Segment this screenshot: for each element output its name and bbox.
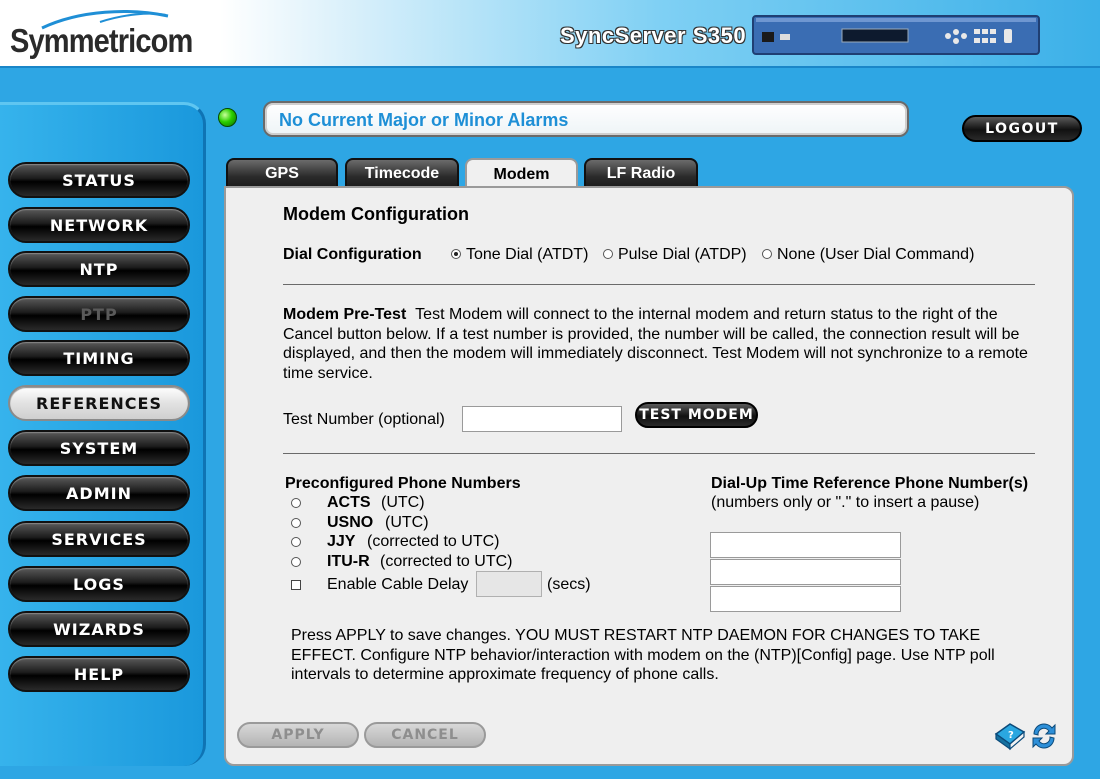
logout-button[interactable]: LOGOUT (962, 115, 1082, 142)
tab-gps[interactable]: GPS (226, 158, 338, 188)
preconfigured-name: USNO (327, 514, 374, 531)
alarm-status-bar: No Current Major or Minor Alarms (263, 101, 909, 137)
sidebar-item-services[interactable]: SERVICES (8, 521, 190, 557)
radio-button[interactable] (291, 517, 301, 528)
preconfigured-name: JJY (327, 533, 356, 550)
section-title: Modem Configuration (283, 204, 469, 224)
sidebar-item-help[interactable]: HELP (8, 656, 190, 692)
dialup-phone-input-1[interactable] (710, 532, 901, 558)
alarm-message: No Current Major or Minor Alarms (279, 110, 569, 130)
svg-text:?: ? (1008, 730, 1014, 741)
dial-option-tone[interactable]: Tone Dial (ATDT) (451, 246, 588, 264)
cable-delay-checkbox-wrap[interactable] (291, 577, 301, 595)
cable-delay-unit: (secs) (547, 576, 591, 593)
cable-delay-input[interactable] (476, 571, 542, 597)
preconfigured-radio-itu-r[interactable] (291, 554, 306, 572)
dial-option-pulse[interactable]: Pulse Dial (ATDP) (603, 246, 747, 264)
test-number-label: Test Number (optional) (283, 411, 445, 428)
preconfigured-radio-acts[interactable] (291, 495, 306, 513)
dial-config-label: Dial Configuration (283, 246, 422, 263)
dialup-phone-input-3[interactable] (710, 586, 901, 612)
dial-option-none[interactable]: None (User Dial Command) (762, 246, 974, 264)
device-image-icon (752, 15, 1040, 55)
sidebar-item-ntp[interactable]: NTP (8, 251, 190, 287)
tone-dial-radio[interactable] (451, 248, 461, 259)
sidebar-item-status[interactable]: STATUS (8, 162, 190, 198)
cable-delay-checkbox[interactable] (291, 580, 301, 590)
radio-button[interactable] (291, 536, 301, 547)
product-name: SyncServer S350 (560, 23, 747, 48)
preconfigured-heading: Preconfigured Phone Numbers (285, 475, 521, 492)
preconfigured-note: (corrected to UTC) (367, 533, 500, 550)
preconfigured-name: ITU-R (327, 553, 370, 570)
sidebar-item-wizards[interactable]: WIZARDS (8, 611, 190, 647)
dialup-phone-input-2[interactable] (710, 559, 901, 585)
sidebar-item-logs[interactable]: LOGS (8, 566, 190, 602)
pulse-dial-radio[interactable] (603, 248, 613, 259)
pretest-description: Modem Pre-Test Test Modem will connect t… (283, 305, 1045, 383)
preconfigured-note: (UTC) (385, 514, 429, 531)
test-number-input[interactable] (462, 406, 622, 432)
radio-button[interactable] (291, 497, 301, 508)
apply-button[interactable]: APPLY (237, 722, 359, 748)
cable-delay-label: Enable Cable Delay (327, 576, 469, 593)
divider (283, 453, 1035, 454)
help-book-icon[interactable]: ? (993, 720, 1027, 752)
cancel-button[interactable]: CANCEL (364, 722, 486, 748)
radio-button[interactable] (291, 556, 301, 567)
divider (283, 284, 1035, 285)
sidebar-item-timing[interactable]: TIMING (8, 340, 190, 376)
apply-notice: Press APPLY to save changes. YOU MUST RE… (291, 627, 995, 683)
preconfigured-note: (UTC) (381, 494, 425, 511)
sidebar-item-network[interactable]: NETWORK (8, 207, 190, 243)
sidebar-item-references[interactable]: REFERENCES (8, 385, 190, 421)
test-modem-button[interactable]: TEST MODEM (635, 402, 758, 428)
sidebar-item-admin[interactable]: ADMIN (8, 475, 190, 511)
green-status-led-icon (218, 108, 237, 127)
dialup-heading: Dial-Up Time Reference Phone Number(s) (711, 475, 1029, 492)
dialup-subtext: (numbers only or "." to insert a pause) (711, 494, 980, 511)
preconfigured-note: (corrected to UTC) (380, 553, 513, 570)
brand-logo: Symmetricom (10, 22, 193, 59)
sidebar-item-system[interactable]: SYSTEM (8, 430, 190, 466)
preconfigured-name: ACTS (327, 494, 371, 511)
tab-timecode[interactable]: Timecode (345, 158, 459, 188)
preconfigured-radio-usno[interactable] (291, 515, 306, 533)
tab-lf-radio[interactable]: LF Radio (584, 158, 698, 188)
none-dial-radio[interactable] (762, 248, 772, 259)
page-header: Symmetricom SyncServer S350 (0, 0, 1100, 68)
pretest-heading: Modem Pre-Test (283, 306, 407, 323)
sidebar-item-ptp[interactable]: PTP (8, 296, 190, 332)
refresh-icon[interactable] (1028, 720, 1060, 752)
preconfigured-radio-jjy[interactable] (291, 534, 306, 552)
